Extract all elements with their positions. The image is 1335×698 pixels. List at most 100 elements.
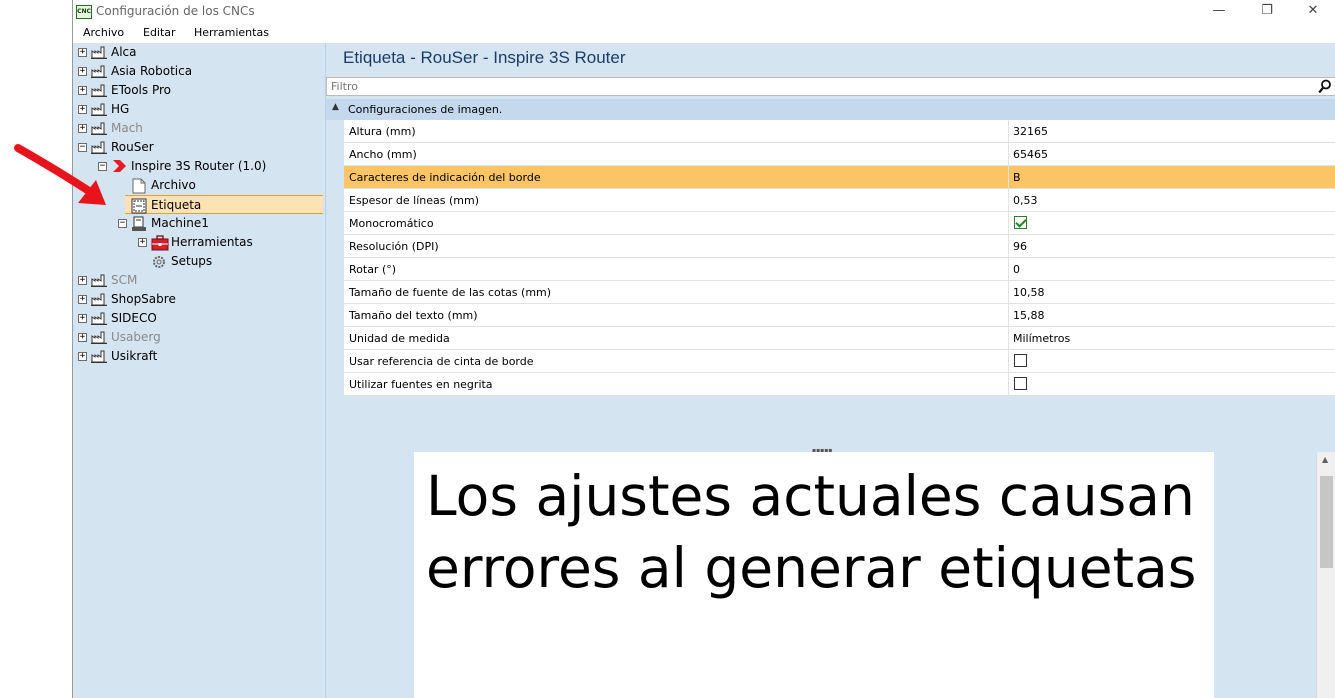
tree-item-label: Herramientas (171, 235, 253, 249)
tree-item-usikraft[interactable]: + Usikraft (73, 347, 326, 366)
property-value[interactable]: 96 (1013, 240, 1027, 253)
column-divider[interactable] (1008, 212, 1009, 235)
tree-item-label: Machine1 (151, 216, 209, 230)
column-divider[interactable] (1008, 166, 1009, 189)
collapse-chevron-icon[interactable]: ▲ (332, 102, 339, 112)
property-name: Ancho (mm) (349, 148, 417, 161)
tree-item-etiqueta[interactable]: Etiqueta (125, 195, 323, 214)
property-name: Utilizar fuentes en negrita (349, 378, 493, 391)
property-value[interactable]: B (1013, 171, 1021, 184)
column-divider[interactable] (1008, 143, 1009, 166)
column-divider[interactable] (1008, 258, 1009, 281)
property-row[interactable]: Altura (mm) 32165 (344, 120, 1335, 143)
tree-item-setups[interactable]: Setups (73, 252, 326, 271)
property-name: Tamaño de fuente de las cotas (mm) (349, 286, 552, 299)
menu-bar: Archivo Editar Herramientas (73, 24, 1335, 43)
expand-icon[interactable]: + (78, 333, 87, 342)
tree-item-label: Setups (171, 254, 213, 268)
tree-item-label: Usaberg (111, 330, 161, 344)
minimize-button[interactable]: — (1197, 0, 1241, 24)
property-row[interactable]: Espesor de líneas (mm) 0,53 (344, 189, 1335, 212)
column-divider[interactable] (1008, 373, 1009, 396)
filter-input[interactable] (331, 79, 1291, 94)
close-button[interactable]: ✕ (1291, 0, 1335, 24)
property-row[interactable]: Ancho (mm) 65465 (344, 143, 1335, 166)
property-name: Tamaño del texto (mm) (349, 309, 478, 322)
factory-icon (91, 273, 107, 288)
expand-icon[interactable]: + (78, 314, 87, 323)
column-divider[interactable] (1008, 327, 1009, 350)
property-name: Rotar (°) (349, 263, 397, 276)
property-row[interactable]: Tamaño de fuente de las cotas (mm) 10,58 (344, 281, 1335, 304)
title-bar: CNC Configuración de los CNCs — ❐ ✕ (73, 0, 1335, 24)
property-value[interactable]: 10,58 (1013, 286, 1045, 299)
property-row[interactable]: Rotar (°) 0 (344, 258, 1335, 281)
property-row[interactable]: Unidad de medida Milímetros (344, 327, 1335, 350)
tree-item-label: ShopSabre (111, 292, 176, 306)
property-value[interactable]: 32165 (1013, 125, 1048, 138)
property-row[interactable]: Tamaño del texto (mm) 15,88 (344, 304, 1335, 327)
gear-icon (151, 254, 167, 268)
expand-icon[interactable]: + (78, 352, 87, 361)
property-name: Caracteres de indicación del borde (349, 171, 541, 184)
column-divider[interactable] (1008, 350, 1009, 373)
group-header[interactable]: ▲ Configuraciones de imagen. (326, 99, 1335, 120)
maximize-button[interactable]: ❐ (1245, 0, 1289, 24)
property-name: Altura (mm) (349, 125, 416, 138)
property-name: Resolución (DPI) (349, 240, 439, 253)
expand-icon[interactable]: + (78, 276, 87, 285)
tree-item-label: SCM (111, 273, 138, 287)
property-value[interactable]: 15,88 (1013, 309, 1045, 322)
scroll-thumb[interactable] (1320, 476, 1333, 568)
column-divider[interactable] (1008, 189, 1009, 212)
property-name: Usar referencia de cinta de borde (349, 355, 534, 368)
red-arrow-annotation-icon (14, 144, 106, 205)
properties-panel: Etiqueta - RouSer - Inspire 3S Router ▲ … (326, 43, 1335, 698)
factory-icon (91, 330, 107, 345)
search-icon[interactable] (1318, 79, 1332, 94)
property-value[interactable]: 0,53 (1013, 194, 1038, 207)
property-row[interactable]: Utilizar fuentes en negrita (344, 373, 1335, 396)
column-divider[interactable] (1008, 304, 1009, 327)
menu-herramientas[interactable]: Herramientas (194, 26, 269, 39)
tree-item-herramientas[interactable]: + Herramientas (73, 233, 326, 252)
property-name: Monocromático (349, 217, 434, 230)
checkbox-checked[interactable] (1014, 216, 1027, 229)
property-row[interactable]: Caracteres de indicación del borde B (344, 166, 1335, 189)
group-label: Configuraciones de imagen. (348, 103, 503, 116)
factory-icon (91, 311, 107, 326)
tree-item-label: Archivo (151, 178, 196, 192)
expand-icon[interactable]: + (138, 238, 147, 247)
preview-error-message: Los ajustes actuales causan errores al g… (426, 464, 1197, 600)
column-divider[interactable] (1008, 235, 1009, 258)
column-divider[interactable] (1008, 281, 1009, 304)
property-row[interactable]: Usar referencia de cinta de borde (344, 350, 1335, 373)
checkbox-unchecked[interactable] (1014, 377, 1027, 390)
property-name: Espesor de líneas (mm) (349, 194, 479, 207)
tree-item-sideco[interactable]: + SIDECO (73, 309, 326, 328)
filter-box (326, 77, 1335, 96)
tree-item-shopsabre[interactable]: + ShopSabre (73, 290, 326, 309)
label-preview-area: Los ajustes actuales causan errores al g… (326, 452, 1335, 698)
tree-item-scm[interactable]: + SCM (73, 271, 326, 290)
property-value[interactable]: 0 (1013, 263, 1020, 276)
property-row[interactable]: Monocromático (344, 212, 1335, 235)
checkbox-unchecked[interactable] (1014, 354, 1027, 367)
menu-editar[interactable]: Editar (143, 26, 176, 39)
tree-item-usaberg[interactable]: + Usaberg (73, 328, 326, 347)
scroll-up-arrow-icon[interactable]: ▲ (1322, 455, 1328, 464)
cnc-config-window: CNC Configuración de los CNCs — ❐ ✕ Arch… (72, 0, 1335, 698)
property-row[interactable]: Resolución (DPI) 96 (344, 235, 1335, 258)
property-value[interactable]: Milímetros (1013, 332, 1070, 345)
factory-icon (91, 292, 107, 307)
label-preview: Los ajustes actuales causan errores al g… (414, 452, 1214, 698)
property-value[interactable]: 65465 (1013, 148, 1048, 161)
expand-icon[interactable]: + (78, 295, 87, 304)
property-name: Unidad de medida (349, 332, 450, 345)
preview-scrollbar[interactable]: ▲ (1316, 452, 1335, 698)
page-title: Etiqueta - RouSer - Inspire 3S Router (343, 48, 626, 67)
tree-item-label: Etiqueta (151, 198, 202, 212)
tree-item-label: SIDECO (111, 311, 157, 325)
column-divider[interactable] (1008, 120, 1009, 143)
toolbox-icon (151, 235, 169, 251)
